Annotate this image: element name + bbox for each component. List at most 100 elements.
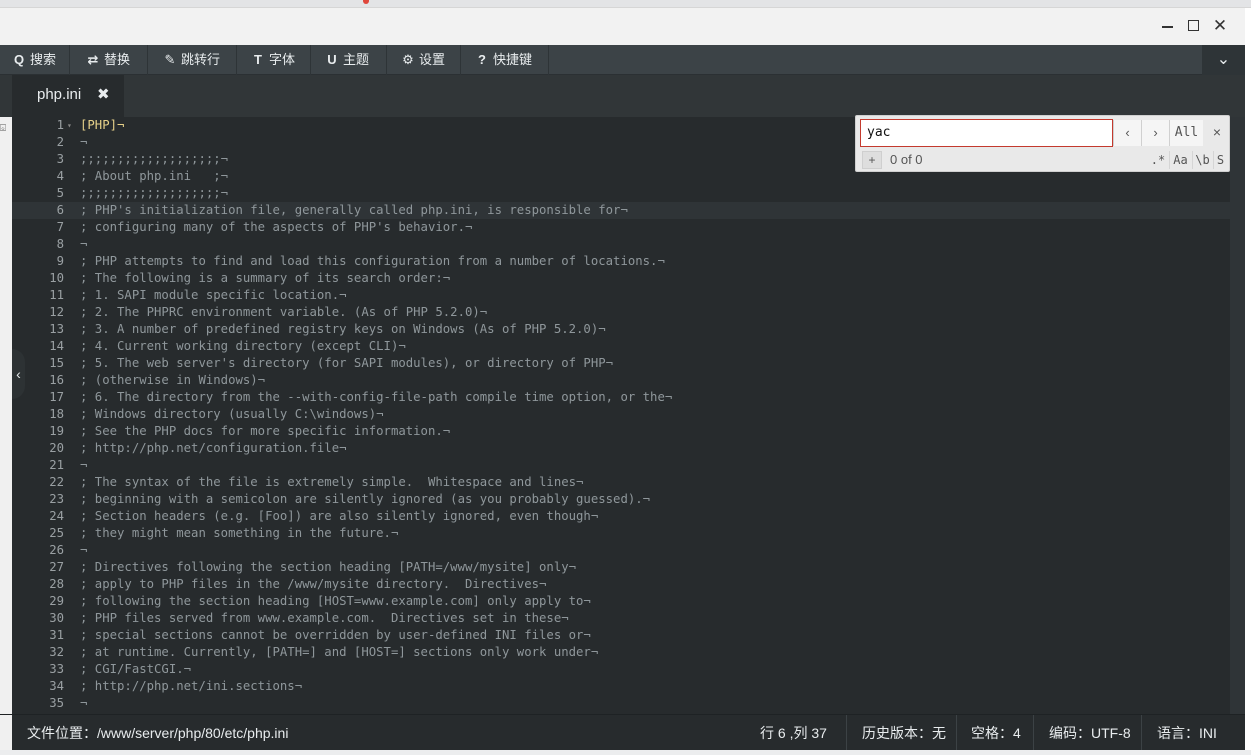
code-line[interactable]: 22 ; The syntax of the file is extremely … bbox=[12, 474, 1230, 491]
search-close-button[interactable]: × bbox=[1208, 121, 1226, 143]
status-divider bbox=[846, 715, 847, 751]
close-window-button[interactable]: ✕ bbox=[1211, 17, 1229, 35]
toolbar: Q 搜索 ⇄ 替换 ✎ 跳转行 T 字体 U 主题 ⚙ 设置 ? 快捷键 ⌄ bbox=[0, 45, 1245, 75]
line-number: 32 bbox=[49, 645, 64, 659]
close-icon: × bbox=[1212, 124, 1222, 140]
code-line[interactable]: 31 ; special sections cannot be overridde… bbox=[12, 627, 1230, 644]
code-line[interactable]: 9 ; PHP attempts to find and load this co… bbox=[12, 253, 1230, 270]
line-text: ; apply to PHP files in the /www/mysite … bbox=[80, 577, 547, 591]
whole-word-toggle[interactable]: \b bbox=[1192, 151, 1212, 169]
find-all-button[interactable]: All bbox=[1169, 120, 1203, 146]
line-number: 24 bbox=[49, 509, 64, 523]
sidebar-toggle-button[interactable]: ‹ bbox=[12, 349, 25, 399]
code-line[interactable]: 17; 6. The directory from the --with-con… bbox=[12, 389, 1230, 406]
line-text: ; special sections cannot be overridden … bbox=[80, 628, 591, 642]
find-prev-button[interactable]: ‹ bbox=[1113, 120, 1141, 146]
indent-setting[interactable]: 空格：4 bbox=[971, 715, 1021, 751]
code-line[interactable]: 11 ; 1. SAPI module specific location.¬ bbox=[12, 287, 1230, 304]
line-number: 3 bbox=[56, 152, 64, 166]
line-number: 11 bbox=[49, 288, 64, 302]
code-line[interactable]: 16; (otherwise in Windows)¬ bbox=[12, 372, 1230, 389]
magnet-icon: U bbox=[327, 52, 337, 67]
code-editor[interactable]: 1 ▾ [PHP]¬ 2 ¬ 3 ;;;;;;;;;;;;;;;;;;;¬ 4 ; About … bbox=[0, 117, 1245, 714]
history-version[interactable]: 历史版本：无 bbox=[862, 715, 946, 751]
language-setting[interactable]: 语言：INI bbox=[1157, 715, 1217, 751]
code-line[interactable]: 10 ; The following is a summary of its se… bbox=[12, 270, 1230, 287]
code-line[interactable]: 30 ; PHP files served from www.example.co… bbox=[12, 610, 1230, 627]
code-line[interactable]: 18 ; Windows directory (usually C:\window… bbox=[12, 406, 1230, 423]
line-text: ; PHP's initialization file, generally c… bbox=[80, 203, 628, 217]
encoding-setting[interactable]: 编码：UTF-8 bbox=[1049, 715, 1131, 751]
search-in-selection-toggle[interactable]: S bbox=[1213, 151, 1227, 169]
line-number: 35 bbox=[49, 696, 64, 710]
code-line[interactable]: 19 ; See the PHP docs for more specific i… bbox=[12, 423, 1230, 440]
code-line[interactable]: 21 ¬ bbox=[12, 457, 1230, 474]
code-line[interactable]: 25 ; they might mean something in the fut… bbox=[12, 525, 1230, 542]
code-line[interactable]: 6 ; PHP's initialization file, generally … bbox=[12, 202, 1230, 219]
line-text: ; configuring many of the aspects of PHP… bbox=[80, 220, 473, 234]
code-line[interactable]: 13 ; 3. A number of predefined registry k… bbox=[12, 321, 1230, 338]
search-label: 搜索 bbox=[30, 52, 57, 67]
code-line[interactable]: 8 ¬ bbox=[12, 236, 1230, 253]
line-text: ; Windows directory (usually C:\windows)… bbox=[80, 407, 384, 421]
line-number: 29 bbox=[49, 594, 64, 608]
minimize-icon bbox=[1162, 26, 1173, 28]
tab-php-ini[interactable]: php.ini ✖ bbox=[12, 75, 124, 117]
code-line[interactable]: 7 ; configuring many of the aspects of PH… bbox=[12, 219, 1230, 236]
code-line[interactable]: 34 ; http://php.net/ini.sections¬ bbox=[12, 678, 1230, 695]
code-line[interactable]: 28 ; apply to PHP files in the /www/mysit… bbox=[12, 576, 1230, 593]
regex-toggle[interactable]: .* bbox=[1148, 151, 1168, 169]
vertical-scrollbar[interactable] bbox=[1230, 117, 1245, 714]
search-input[interactable]: yac bbox=[860, 119, 1113, 147]
code-lines[interactable]: 1 ▾ [PHP]¬ 2 ¬ 3 ;;;;;;;;;;;;;;;;;;;¬ 4 ; About … bbox=[12, 117, 1230, 712]
find-next-button[interactable]: › bbox=[1141, 120, 1169, 146]
code-line[interactable]: 5 ;;;;;;;;;;;;;;;;;;;¬ bbox=[12, 185, 1230, 202]
code-line[interactable]: 33 ; CGI/FastCGI.¬ bbox=[12, 661, 1230, 678]
code-line[interactable]: 23 ; beginning with a semicolon are silen… bbox=[12, 491, 1230, 508]
line-text: ; 4. Current working directory (except C… bbox=[80, 339, 406, 353]
maximize-button[interactable] bbox=[1185, 17, 1203, 35]
line-text: ; 1. SAPI module specific location.¬ bbox=[80, 288, 347, 302]
chevron-right-icon: › bbox=[1153, 125, 1158, 140]
line-text: ; Directives following the section headi… bbox=[80, 560, 577, 574]
code-line[interactable]: 26 ¬ bbox=[12, 542, 1230, 559]
match-count: 0 of 0 bbox=[890, 152, 923, 167]
settings-button[interactable]: ⚙ 设置 bbox=[389, 45, 461, 75]
minimize-button[interactable] bbox=[1158, 17, 1176, 35]
code-line[interactable]: 14; 4. Current working directory (except… bbox=[12, 338, 1230, 355]
line-text: ; 3. A number of predefined registry key… bbox=[80, 322, 606, 336]
theme-button[interactable]: U 主题 bbox=[313, 45, 387, 75]
code-line[interactable]: 29 ; following the section heading [HOST=… bbox=[12, 593, 1230, 610]
line-text: ; See the PHP docs for more specific inf… bbox=[80, 424, 451, 438]
tab-close-icon[interactable]: ✖ bbox=[97, 75, 110, 115]
code-line[interactable]: 35 ¬ bbox=[12, 695, 1230, 712]
tab-bar: php.ini ✖ bbox=[0, 75, 1245, 117]
line-text: ; they might mean something in the futur… bbox=[80, 526, 399, 540]
code-line[interactable]: 27 ; Directives following the section hea… bbox=[12, 559, 1230, 576]
font-button[interactable]: T 字体 bbox=[239, 45, 311, 75]
code-line[interactable]: 32 ; at runtime. Currently, [PATH=] and [… bbox=[12, 644, 1230, 661]
line-number: 10 bbox=[49, 271, 64, 285]
case-sensitive-toggle[interactable]: Aa bbox=[1169, 151, 1191, 169]
toggle-replace-button[interactable]: + bbox=[862, 151, 882, 169]
line-number: 28 bbox=[49, 577, 64, 591]
code-line[interactable]: 12 ; 2. The PHPRC environment variable. (… bbox=[12, 304, 1230, 321]
goto-line-button[interactable]: ✎ 跳转行 bbox=[151, 45, 237, 75]
collapse-toolbar-button[interactable]: ⌄ bbox=[1202, 45, 1245, 75]
file-path: 文件位置：/www/server/php/80/etc/php.ini bbox=[27, 725, 289, 741]
replace-button[interactable]: ⇄ 替换 bbox=[74, 45, 148, 75]
line-text: ; PHP files served from www.example.com.… bbox=[80, 611, 569, 625]
search-button[interactable]: Q 搜索 bbox=[0, 45, 70, 75]
side-panel-edge: ⌺ bbox=[0, 117, 12, 714]
status-divider bbox=[956, 715, 957, 751]
shortcuts-label: 快捷键 bbox=[493, 52, 533, 67]
shortcuts-button[interactable]: ? 快捷键 bbox=[463, 45, 549, 75]
cursor-position[interactable]: 行 6 ,列 37 bbox=[760, 715, 827, 751]
fold-arrow-icon[interactable]: ▾ bbox=[67, 117, 72, 134]
text-icon: T bbox=[254, 52, 262, 67]
top-strip bbox=[0, 0, 1251, 8]
code-line[interactable]: 15; 5. The web server's directory (for S… bbox=[12, 355, 1230, 372]
code-line[interactable]: 24 ; Section headers (e.g. [Foo]) are als… bbox=[12, 508, 1230, 525]
line-number: 31 bbox=[49, 628, 64, 642]
code-line[interactable]: 20 ; http://php.net/configuration.file¬ bbox=[12, 440, 1230, 457]
